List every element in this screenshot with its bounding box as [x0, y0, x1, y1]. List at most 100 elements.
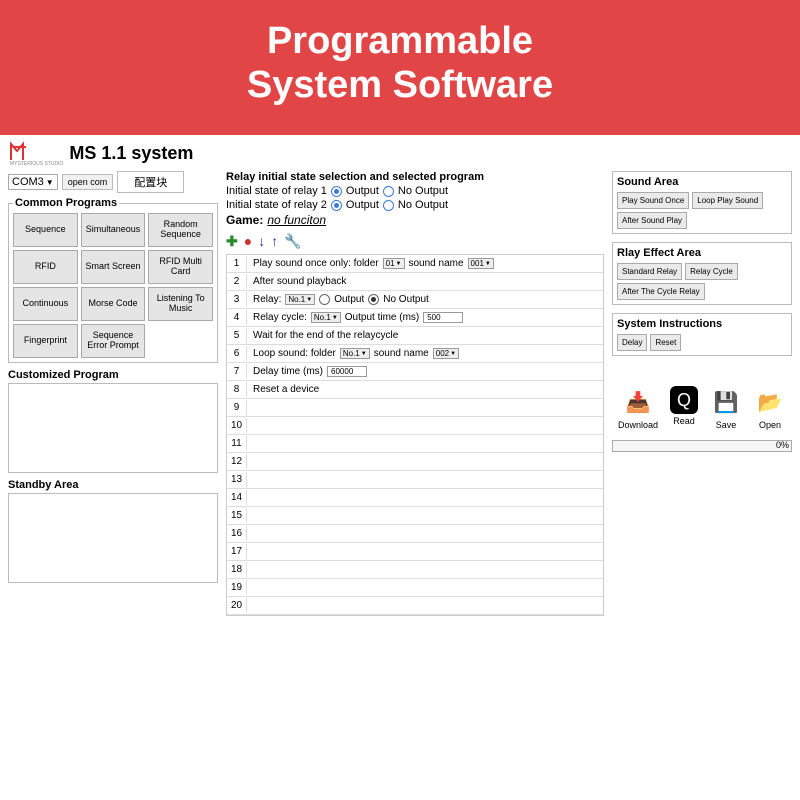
- step-row[interactable]: 19: [227, 579, 603, 597]
- step-number: 19: [227, 580, 247, 595]
- save-button[interactable]: 💾Save: [710, 386, 742, 430]
- relay-effect-box: Rlay Effect Area Standard RelayRelay Cyc…: [612, 242, 792, 305]
- sound-area-title: Sound Area: [617, 176, 787, 188]
- program-button[interactable]: Smart Screen: [81, 250, 146, 284]
- step-row[interactable]: 6Loop sound: folderNo.1sound name002: [227, 345, 603, 363]
- relay-effect-tag[interactable]: Relay Cycle: [685, 263, 738, 280]
- standby-area-label: Standby Area: [8, 479, 218, 491]
- step-number: 12: [227, 454, 247, 469]
- step-row[interactable]: 12: [227, 453, 603, 471]
- step-row[interactable]: 2After sound playback: [227, 273, 603, 291]
- program-button[interactable]: Sequence Error Prompt: [81, 324, 146, 358]
- game-value: no funciton: [267, 213, 326, 227]
- relay2-row: Initial state of relay 2 Output No Outpu…: [226, 199, 604, 211]
- step-row[interactable]: 1Play sound once only: folder01sound nam…: [227, 255, 603, 273]
- customized-program-label: Customized Program: [8, 369, 218, 381]
- relay2-nooutput-radio[interactable]: [383, 200, 394, 211]
- up-icon[interactable]: ↑: [271, 233, 278, 250]
- step-number: 3: [227, 292, 247, 307]
- sound-tag[interactable]: After Sound Play: [617, 212, 687, 229]
- step-row[interactable]: 10: [227, 417, 603, 435]
- sound-tag[interactable]: Loop Play Sound: [692, 192, 763, 209]
- relay-effect-title: Rlay Effect Area: [617, 247, 787, 259]
- step-row[interactable]: 20: [227, 597, 603, 615]
- step-row[interactable]: 11: [227, 435, 603, 453]
- step-number: 16: [227, 526, 247, 541]
- step-row[interactable]: 4Relay cycle:No.1Output time (ms)500: [227, 309, 603, 327]
- open-com-button[interactable]: open com: [62, 174, 114, 190]
- step-number: 15: [227, 508, 247, 523]
- program-button[interactable]: RFID Multi Card: [148, 250, 213, 284]
- step-row[interactable]: 14: [227, 489, 603, 507]
- step-row[interactable]: 17: [227, 543, 603, 561]
- relay-effect-tag[interactable]: After The Cycle Relay: [617, 283, 705, 300]
- step-row[interactable]: 3Relay:No.1OutputNo Output: [227, 291, 603, 309]
- step-number: 1: [227, 256, 247, 271]
- wrench-icon[interactable]: 🔧: [284, 233, 301, 250]
- relay1-output-radio[interactable]: [331, 186, 342, 197]
- step-row[interactable]: 7Delay time (ms)60000: [227, 363, 603, 381]
- step-number: 20: [227, 598, 247, 613]
- program-button[interactable]: Simultaneous: [81, 213, 146, 247]
- system-instructions-title: System Instructions: [617, 318, 787, 330]
- step-list: 1Play sound once only: folder01sound nam…: [226, 254, 604, 616]
- step-number: 17: [227, 544, 247, 559]
- step-number: 18: [227, 562, 247, 577]
- step-number: 2: [227, 274, 247, 289]
- relay1-nooutput-radio[interactable]: [383, 186, 394, 197]
- system-instruction-tag[interactable]: Delay: [617, 334, 647, 351]
- program-button[interactable]: Continuous: [13, 287, 78, 321]
- logo-icon: MYSTERIOUS STUDIO: [8, 139, 63, 167]
- step-combo[interactable]: No.1: [285, 294, 315, 305]
- step-row[interactable]: 15: [227, 507, 603, 525]
- step-row[interactable]: 9: [227, 399, 603, 417]
- remove-icon[interactable]: ●: [244, 233, 252, 250]
- common-programs-group: Common Programs SequenceSimultaneousRand…: [8, 197, 218, 362]
- step-row[interactable]: 8Reset a device: [227, 381, 603, 399]
- game-label: Game:: [226, 213, 263, 227]
- system-instruction-tag[interactable]: Reset: [650, 334, 681, 351]
- download-button[interactable]: 📥Download: [618, 386, 658, 430]
- program-button[interactable]: Listening To Music: [148, 287, 213, 321]
- progress-label: 0%: [776, 440, 789, 450]
- step-radio[interactable]: [368, 294, 379, 305]
- step-row[interactable]: 13: [227, 471, 603, 489]
- down-icon[interactable]: ↓: [258, 233, 265, 250]
- sound-tag[interactable]: Play Sound Once: [617, 192, 689, 209]
- open-button[interactable]: 📂Open: [754, 386, 786, 430]
- standby-area[interactable]: [8, 493, 218, 583]
- customized-program-area[interactable]: [8, 383, 218, 473]
- step-number: 13: [227, 472, 247, 487]
- step-input[interactable]: 500: [423, 312, 463, 323]
- step-number: 5: [227, 328, 247, 343]
- step-number: 9: [227, 400, 247, 415]
- com-port-select[interactable]: COM3: [8, 174, 58, 190]
- step-combo[interactable]: No.1: [340, 348, 370, 359]
- step-number: 6: [227, 346, 247, 361]
- progress-bar: 0%: [612, 440, 792, 452]
- program-button[interactable]: Fingerprint: [13, 324, 78, 358]
- program-button[interactable]: Sequence: [13, 213, 78, 247]
- relay2-output-radio[interactable]: [331, 200, 342, 211]
- step-row[interactable]: 18: [227, 561, 603, 579]
- read-button[interactable]: QRead: [670, 386, 698, 430]
- app-title: MS 1.1 system: [69, 143, 193, 164]
- relay-effect-tag[interactable]: Standard Relay: [617, 263, 682, 280]
- config-button[interactable]: 配置块: [117, 171, 184, 193]
- step-combo[interactable]: No.1: [311, 312, 341, 323]
- step-number: 4: [227, 310, 247, 325]
- step-number: 10: [227, 418, 247, 433]
- program-button[interactable]: RFID: [13, 250, 78, 284]
- add-icon[interactable]: ✚: [226, 233, 238, 250]
- step-radio[interactable]: [319, 294, 330, 305]
- step-combo[interactable]: 002: [433, 348, 459, 359]
- step-row[interactable]: 16: [227, 525, 603, 543]
- program-button[interactable]: Random Sequence: [148, 213, 213, 247]
- common-programs-legend: Common Programs: [13, 197, 119, 209]
- step-combo[interactable]: 001: [468, 258, 494, 269]
- step-row[interactable]: 5Wait for the end of the relaycycle: [227, 327, 603, 345]
- step-input[interactable]: 60000: [327, 366, 367, 377]
- program-button[interactable]: Morse Code: [81, 287, 146, 321]
- banner: Programmable System Software: [0, 0, 800, 135]
- step-combo[interactable]: 01: [383, 258, 405, 269]
